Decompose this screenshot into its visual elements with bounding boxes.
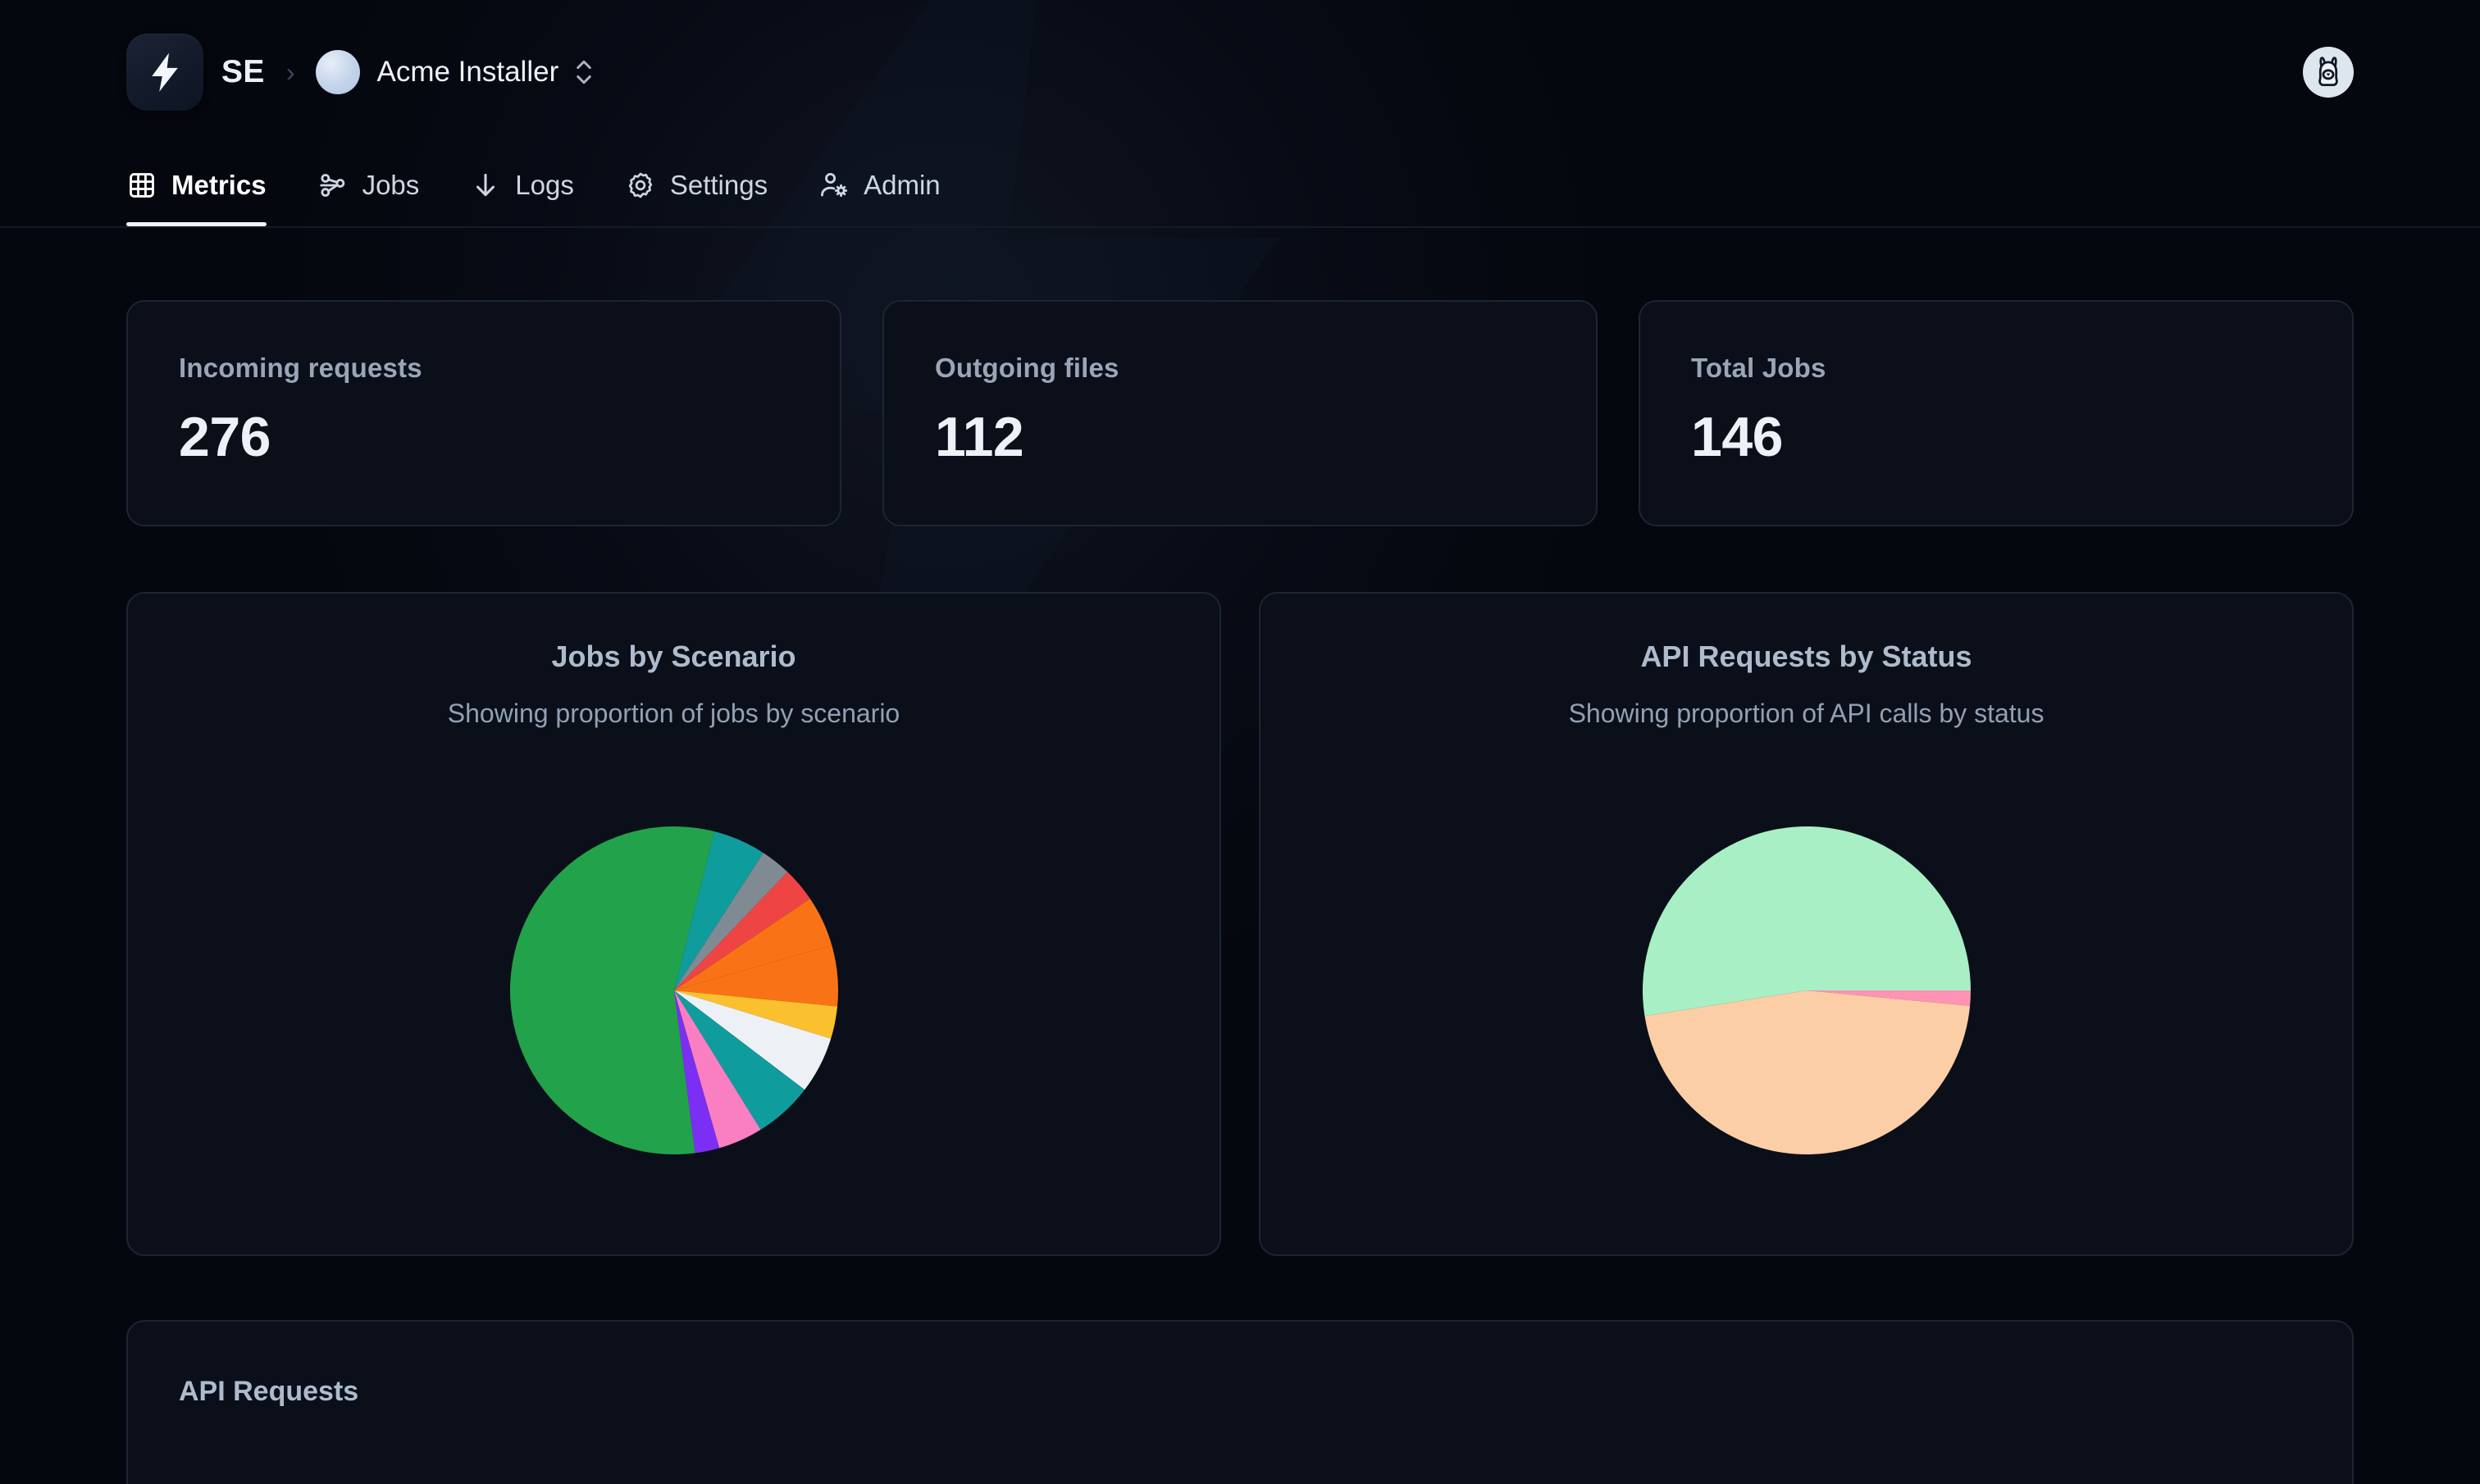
stat-value: 112 bbox=[935, 406, 1024, 468]
chart-title: Jobs by Scenario bbox=[551, 640, 796, 673]
stat-label: Incoming requests bbox=[179, 353, 422, 383]
chart-subtitle: Showing proportion of API calls by statu… bbox=[1568, 699, 2045, 728]
main-content: Incoming requests 276 Outgoing files 112… bbox=[0, 228, 2480, 1484]
pie-svg bbox=[509, 826, 838, 1154]
api-requests-panel: API Requests bbox=[126, 1320, 2354, 1484]
tab-settings-label: Settings bbox=[669, 170, 768, 200]
stat-label: Outgoing files bbox=[935, 353, 1119, 383]
pie-chart-api-requests-by-status[interactable] bbox=[1610, 758, 2004, 1222]
org-name: Acme Installer bbox=[376, 56, 559, 88]
user-avatar[interactable] bbox=[2303, 47, 2354, 98]
user-gear-icon bbox=[821, 172, 848, 198]
pie-slice[interactable] bbox=[1643, 990, 1970, 1154]
chevron-up-down-icon bbox=[577, 60, 591, 84]
tab-admin[interactable]: Admin bbox=[793, 144, 966, 226]
tab-logs[interactable]: Logs bbox=[444, 144, 599, 226]
chart-subtitle: Showing proportion of jobs by scenario bbox=[447, 699, 900, 728]
chart-card-api-requests-by-status: API Requests by Status Showing proportio… bbox=[1259, 592, 2354, 1256]
tab-metrics-label: Metrics bbox=[171, 170, 267, 200]
gear-icon bbox=[628, 172, 653, 198]
app-logo[interactable] bbox=[126, 34, 203, 111]
stat-label: Total Jobs bbox=[1691, 353, 1826, 383]
chart-title: API Requests by Status bbox=[1640, 640, 1972, 673]
stat-card-total-jobs: Total Jobs 146 bbox=[1639, 300, 2354, 526]
brand-abbreviation[interactable]: SE bbox=[221, 54, 265, 90]
api-requests-title: API Requests bbox=[179, 1376, 359, 1407]
stat-card-row: Incoming requests 276 Outgoing files 112… bbox=[126, 300, 2354, 526]
llama-avatar-icon bbox=[2318, 57, 2338, 87]
pie-chart-jobs-by-scenario[interactable] bbox=[477, 758, 871, 1222]
stat-value: 146 bbox=[1691, 406, 1783, 468]
app-root: SE › Acme Installer Metrics Jobs Logs Se… bbox=[0, 0, 2480, 1484]
org-avatar bbox=[316, 50, 361, 94]
main-nav: Metrics Jobs Logs Settings Admin bbox=[0, 144, 2480, 228]
tab-settings[interactable]: Settings bbox=[599, 144, 793, 226]
pie-svg bbox=[1642, 826, 1971, 1154]
top-bar: SE › Acme Installer bbox=[0, 0, 2480, 144]
tab-admin-label: Admin bbox=[864, 170, 941, 200]
stat-value: 276 bbox=[179, 406, 271, 468]
pie-slice[interactable] bbox=[1642, 826, 1971, 1016]
tab-logs-label: Logs bbox=[515, 170, 574, 200]
stat-card-outgoing-files: Outgoing files 112 bbox=[882, 300, 1598, 526]
tab-jobs-label: Jobs bbox=[362, 170, 420, 200]
grid-icon bbox=[130, 173, 154, 198]
org-switcher[interactable]: Acme Installer bbox=[316, 50, 593, 94]
breadcrumb-separator-icon: › bbox=[285, 57, 295, 87]
lightning-bolt-icon bbox=[152, 52, 178, 92]
chart-card-row: Jobs by Scenario Showing proportion of j… bbox=[126, 592, 2354, 1256]
tab-metrics[interactable]: Metrics bbox=[126, 144, 292, 226]
chart-card-jobs-by-scenario: Jobs by Scenario Showing proportion of j… bbox=[126, 592, 1221, 1256]
breadcrumb: SE › Acme Installer bbox=[126, 34, 593, 111]
arrow-down-icon bbox=[476, 173, 495, 197]
stat-card-incoming-requests: Incoming requests 276 bbox=[126, 300, 841, 526]
tab-jobs[interactable]: Jobs bbox=[292, 144, 445, 226]
network-nodes-icon bbox=[319, 174, 344, 197]
